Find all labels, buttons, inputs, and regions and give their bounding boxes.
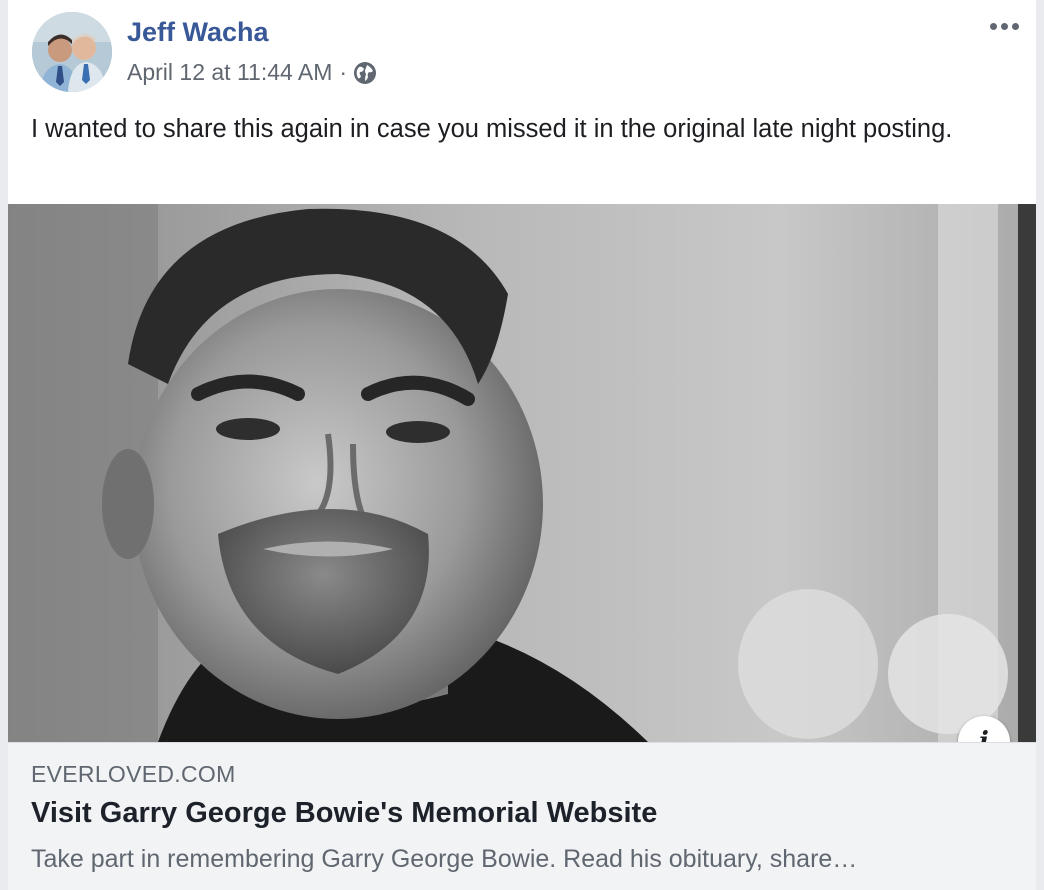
author-name[interactable]: Jeff Wacha [127,17,269,48]
post-timestamp[interactable]: April 12 at 11:44 AM [127,59,332,86]
more-options-icon[interactable] [984,14,1024,38]
link-preview-footer[interactable]: EVERLOVED.COM Visit Garry George Bowie's… [8,742,1036,890]
globe-icon[interactable] [353,61,377,85]
link-description: Take part in remembering Garry George Bo… [31,845,858,873]
post-text: I wanted to share this again in case you… [31,115,953,143]
post-card: Jeff Wacha April 12 at 11:44 AM · I want… [8,0,1036,890]
author-avatar[interactable] [32,12,112,92]
post-meta: April 12 at 11:44 AM · [127,59,377,86]
link-preview-image[interactable] [8,204,1036,742]
link-domain: EVERLOVED.COM [31,761,236,787]
meta-separator: · [339,59,348,85]
link-title[interactable]: Visit Garry George Bowie's Memorial Webs… [31,797,657,830]
